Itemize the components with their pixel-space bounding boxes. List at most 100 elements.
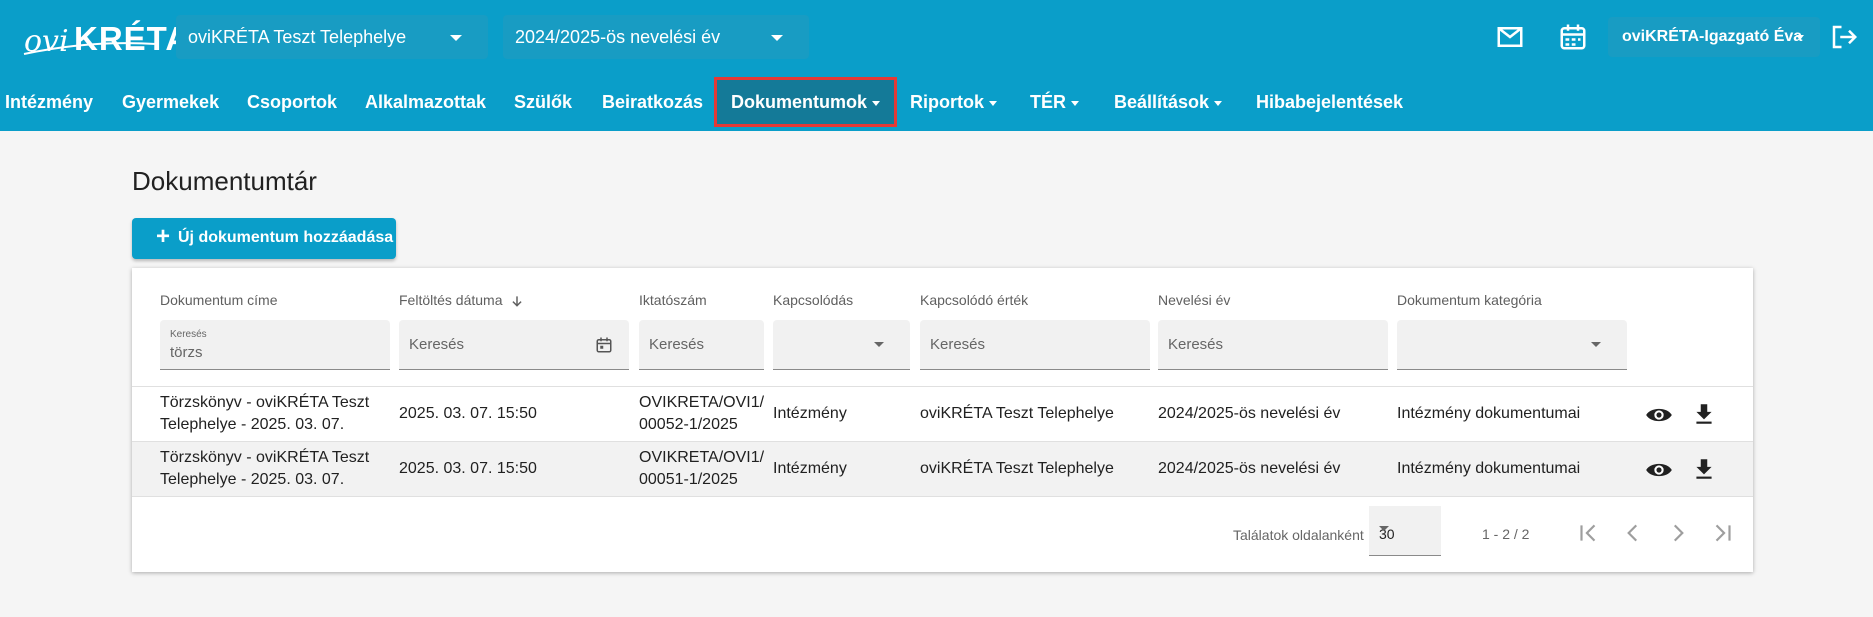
nav-item-alkalmazottak[interactable]: Alkalmazottak bbox=[365, 74, 486, 131]
chevron-down-icon bbox=[874, 342, 884, 347]
column-header-link[interactable]: Kapcsolódás bbox=[773, 292, 853, 308]
nav-label: Csoportok bbox=[247, 92, 337, 112]
arrow-down-icon bbox=[512, 296, 522, 307]
nav-item-gyermekek[interactable]: Gyermekek bbox=[122, 74, 219, 131]
table-row[interactable]: Törzskönyv - oviKRÉTA Teszt Telephelye - … bbox=[132, 386, 1753, 441]
cell-text: 00051-1/2025 bbox=[639, 471, 738, 488]
year-select[interactable]: 2024/2025-ös nevelési év bbox=[503, 15, 809, 59]
year-select-value: 2024/2025-ös nevelési év bbox=[515, 27, 721, 47]
year-search-input[interactable]: Keresés bbox=[1158, 320, 1388, 370]
filter-placeholder: Keresés bbox=[409, 336, 465, 353]
ovikreta-logo[interactable]: ovi KRÉTA bbox=[20, 10, 189, 62]
calendar-icon[interactable] bbox=[595, 336, 613, 354]
logo-prefix: ovi bbox=[24, 24, 69, 59]
cell-reg-number: OVIKRETA/OVI1/00051-1/2025 bbox=[639, 447, 764, 491]
logo-main: KRÉTA bbox=[74, 20, 191, 57]
nav-item-csoportok[interactable]: Csoportok bbox=[247, 74, 337, 131]
cell-reg-number: OVIKRETA/OVI1/00052-1/2025 bbox=[639, 392, 764, 436]
nav-label: Gyermekek bbox=[122, 92, 220, 112]
cell-link: Intézmény bbox=[773, 460, 847, 477]
download-icon[interactable] bbox=[1691, 401, 1717, 427]
category-filter-select[interactable] bbox=[1397, 320, 1627, 370]
chevron-down-icon bbox=[1214, 100, 1223, 106]
site-select-value: oviKRÉTA Teszt Telephelye bbox=[188, 27, 407, 47]
cell-text: OVIKRETA/OVI1/ bbox=[639, 449, 765, 466]
reg-number-search-input[interactable]: Keresés bbox=[639, 320, 764, 370]
column-header-category[interactable]: Dokumentum kategória bbox=[1397, 292, 1542, 308]
chevron-down-icon bbox=[1379, 526, 1389, 531]
per-page-select[interactable]: 30 bbox=[1369, 506, 1441, 556]
link-value-search-input[interactable]: Keresés bbox=[920, 320, 1150, 370]
nav-label: TÉR bbox=[1030, 92, 1066, 112]
column-header-title[interactable]: Dokumentum címe bbox=[160, 292, 277, 308]
documents-table-card: Dokumentum címe Feltöltés dátuma Iktatós… bbox=[132, 268, 1753, 572]
cell-link-value: oviKRÉTA Teszt Telephelye bbox=[920, 405, 1114, 422]
cell-text: Törzskönyv - oviKRÉTA Teszt bbox=[160, 394, 370, 411]
nav-item-hibabejelentesek[interactable]: Hibabejelentések bbox=[1256, 74, 1403, 131]
eye-icon[interactable] bbox=[1645, 401, 1673, 429]
cell-category: Intézmény dokumentumai bbox=[1397, 460, 1581, 477]
user-menu[interactable]: oviKRÉTA-Igazgató Éva bbox=[1608, 17, 1820, 57]
next-page-icon[interactable] bbox=[1665, 520, 1691, 546]
site-select[interactable]: oviKRÉTA Teszt Telephelye bbox=[176, 15, 488, 59]
cell-date: 2025. 03. 07. 15:50 bbox=[399, 405, 537, 422]
chevron-down-icon bbox=[771, 35, 783, 41]
nav-label: Alkalmazottak bbox=[365, 92, 487, 112]
eye-icon[interactable] bbox=[1645, 456, 1673, 484]
filter-placeholder: Keresés bbox=[1168, 336, 1224, 353]
chevron-down-icon bbox=[872, 100, 881, 106]
cell-link: Intézmény bbox=[773, 405, 847, 422]
nav-label: Intézmény bbox=[5, 92, 94, 112]
nav-label: Szülők bbox=[514, 92, 573, 112]
download-icon[interactable] bbox=[1691, 456, 1717, 482]
table-footer-divider bbox=[132, 496, 1753, 497]
cell-year: 2024/2025-ös nevelési év bbox=[1158, 405, 1341, 422]
chevron-down-icon bbox=[450, 35, 462, 41]
cell-title: Törzskönyv - oviKRÉTA Teszt Telephelye - … bbox=[160, 447, 369, 491]
plus-icon: + bbox=[156, 223, 171, 250]
nav-item-beiratkozas[interactable]: Beiratkozás bbox=[602, 74, 703, 131]
mail-icon[interactable] bbox=[1495, 22, 1525, 52]
nav-item-riportok[interactable]: Riportok bbox=[910, 74, 997, 131]
filter-label: Keresés bbox=[170, 329, 207, 340]
column-header-reg-number[interactable]: Iktatószám bbox=[639, 292, 707, 308]
nav-item-intezmeny[interactable]: Intézmény bbox=[5, 74, 93, 131]
chevron-down-icon bbox=[989, 100, 997, 106]
cell-text: OVIKRETA/OVI1/ bbox=[639, 394, 765, 411]
nav-item-dokumentumok[interactable]: Dokumentumok bbox=[714, 77, 898, 127]
column-header-link-value[interactable]: Kapcsolódó érték bbox=[920, 292, 1028, 308]
link-filter-select[interactable] bbox=[773, 320, 910, 370]
cell-year: 2024/2025-ös nevelési év bbox=[1158, 460, 1341, 477]
chevron-down-icon bbox=[1071, 100, 1079, 106]
nav-item-szulok[interactable]: Szülők bbox=[514, 74, 572, 131]
cell-text: Telephelye - 2025. 03. 07. bbox=[160, 471, 345, 488]
cell-text: Törzskönyv - oviKRÉTA Teszt bbox=[160, 449, 370, 466]
column-header-year[interactable]: Nevelési év bbox=[1158, 292, 1230, 308]
filter-value: törzs bbox=[170, 344, 203, 361]
chevron-down-icon bbox=[1796, 35, 1804, 40]
filter-placeholder: Keresés bbox=[649, 336, 705, 353]
column-header-upload-date[interactable]: Feltöltés dátuma bbox=[399, 292, 524, 308]
date-search-input[interactable]: Keresés bbox=[399, 320, 629, 370]
table-row[interactable]: Törzskönyv - oviKRÉTA Teszt Telephelye - … bbox=[132, 441, 1753, 496]
nav-label: Beállítások bbox=[1114, 92, 1210, 112]
user-name: oviKRÉTA-Igazgató Éva bbox=[1622, 28, 1803, 45]
column-header-label: Feltöltés dátuma bbox=[399, 292, 503, 308]
per-page-label: Találatok oldalanként bbox=[1233, 527, 1364, 543]
main-navigation: Intézmény Gyermekek Csoportok Alkalmazot… bbox=[0, 74, 1873, 131]
previous-page-icon[interactable] bbox=[1620, 520, 1646, 546]
last-page-icon[interactable] bbox=[1710, 520, 1736, 546]
first-page-icon[interactable] bbox=[1575, 520, 1601, 546]
chevron-down-icon bbox=[1591, 342, 1601, 347]
top-bar: ovi KRÉTA oviKRÉTA Teszt Telephelye 2024… bbox=[0, 0, 1873, 74]
nav-item-beallitasok[interactable]: Beállítások bbox=[1114, 74, 1223, 131]
nav-item-ter[interactable]: TÉR bbox=[1030, 74, 1079, 131]
calendar-icon[interactable] bbox=[1558, 22, 1588, 52]
add-document-button[interactable]: + Új dokumentum hozzáadása bbox=[132, 218, 396, 259]
nav-label: Riportok bbox=[910, 92, 984, 112]
title-search-input[interactable]: Keresés törzs bbox=[160, 320, 390, 370]
cell-link-value: oviKRÉTA Teszt Telephelye bbox=[920, 460, 1114, 477]
cell-text: Telephelye - 2025. 03. 07. bbox=[160, 416, 345, 433]
filter-placeholder: Keresés bbox=[930, 336, 986, 353]
logout-icon[interactable] bbox=[1829, 22, 1859, 52]
